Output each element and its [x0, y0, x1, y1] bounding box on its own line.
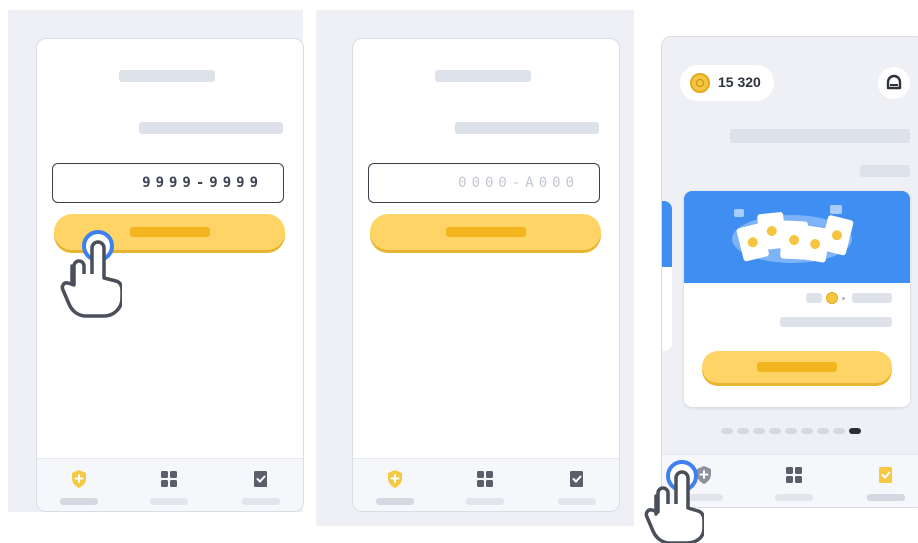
grid-icon	[786, 467, 802, 483]
carousel-dot[interactable]	[817, 428, 829, 434]
carousel-pagination	[721, 428, 861, 434]
skeleton-meta-2	[852, 293, 892, 303]
skeleton-subtitle	[139, 122, 283, 134]
tab-grid[interactable]	[147, 469, 191, 505]
carousel-dot[interactable]	[721, 428, 733, 434]
shield-plus-icon	[388, 470, 402, 488]
skeleton-title	[119, 70, 215, 82]
lesson-card[interactable]	[684, 191, 910, 407]
shield-plus-icon	[72, 470, 86, 488]
phone-step-2: 0000-A000	[352, 38, 620, 512]
clipboard-check-icon	[570, 471, 583, 487]
carousel-dot[interactable]	[753, 428, 765, 434]
separator-dot	[842, 297, 845, 300]
submit-button-label	[129, 227, 210, 237]
tab-bar	[353, 458, 619, 511]
carousel-dot[interactable]	[801, 428, 813, 434]
tab-tasks[interactable]	[555, 469, 599, 505]
previous-card[interactable]	[662, 201, 672, 351]
grid-icon	[477, 471, 493, 487]
phone-step-3: 15 320	[661, 36, 918, 508]
coin-icon	[690, 73, 710, 93]
start-button[interactable]	[702, 351, 892, 383]
hand-pointer-icon	[644, 460, 704, 543]
tab-learn-label	[376, 498, 414, 505]
submit-button[interactable]	[370, 214, 601, 250]
carousel-dot[interactable]	[785, 428, 797, 434]
tab-grid[interactable]	[463, 469, 507, 505]
coin-counter[interactable]: 15 320	[680, 65, 774, 101]
skeleton-heading	[730, 129, 910, 143]
grid-icon	[161, 471, 177, 487]
code-input[interactable]: 0000-A000	[368, 163, 600, 203]
tab-learn-label	[60, 498, 98, 505]
skeleton-subtitle	[455, 122, 599, 134]
tab-grid-label	[466, 498, 504, 505]
skeleton-meta-1	[806, 293, 822, 303]
tab-grid-label	[150, 498, 188, 505]
start-button-label	[757, 362, 837, 372]
clipboard-check-icon	[254, 471, 267, 487]
carousel-dot[interactable]	[833, 428, 845, 434]
tab-tasks[interactable]	[239, 469, 283, 505]
hand-pointer-icon	[60, 230, 122, 318]
tab-learn[interactable]	[57, 469, 101, 505]
coin-count: 15 320	[718, 74, 761, 90]
carousel-dot[interactable]	[769, 428, 781, 434]
carousel-dot[interactable]	[737, 428, 749, 434]
tab-tasks-label	[242, 498, 280, 505]
coin-icon	[826, 292, 838, 304]
skeleton-card-text	[780, 317, 892, 327]
carousel-dot-active[interactable]	[849, 428, 861, 434]
tab-tasks[interactable]	[864, 465, 908, 501]
clipboard-check-icon	[879, 467, 892, 483]
emoji-cards-illustration	[732, 205, 854, 263]
user-icon	[886, 74, 902, 90]
submit-button-label	[445, 227, 526, 237]
code-input[interactable]: 9999-9999	[52, 163, 284, 203]
tab-tasks-label	[558, 498, 596, 505]
skeleton-title	[435, 70, 531, 82]
tab-grid[interactable]	[772, 465, 816, 501]
skeleton-see-all	[860, 165, 910, 177]
avatar[interactable]	[878, 67, 910, 99]
tab-tasks-label	[867, 494, 905, 501]
card-banner	[684, 191, 910, 283]
tab-learn[interactable]	[373, 469, 417, 505]
tab-grid-label	[775, 494, 813, 501]
tab-bar	[37, 458, 303, 511]
